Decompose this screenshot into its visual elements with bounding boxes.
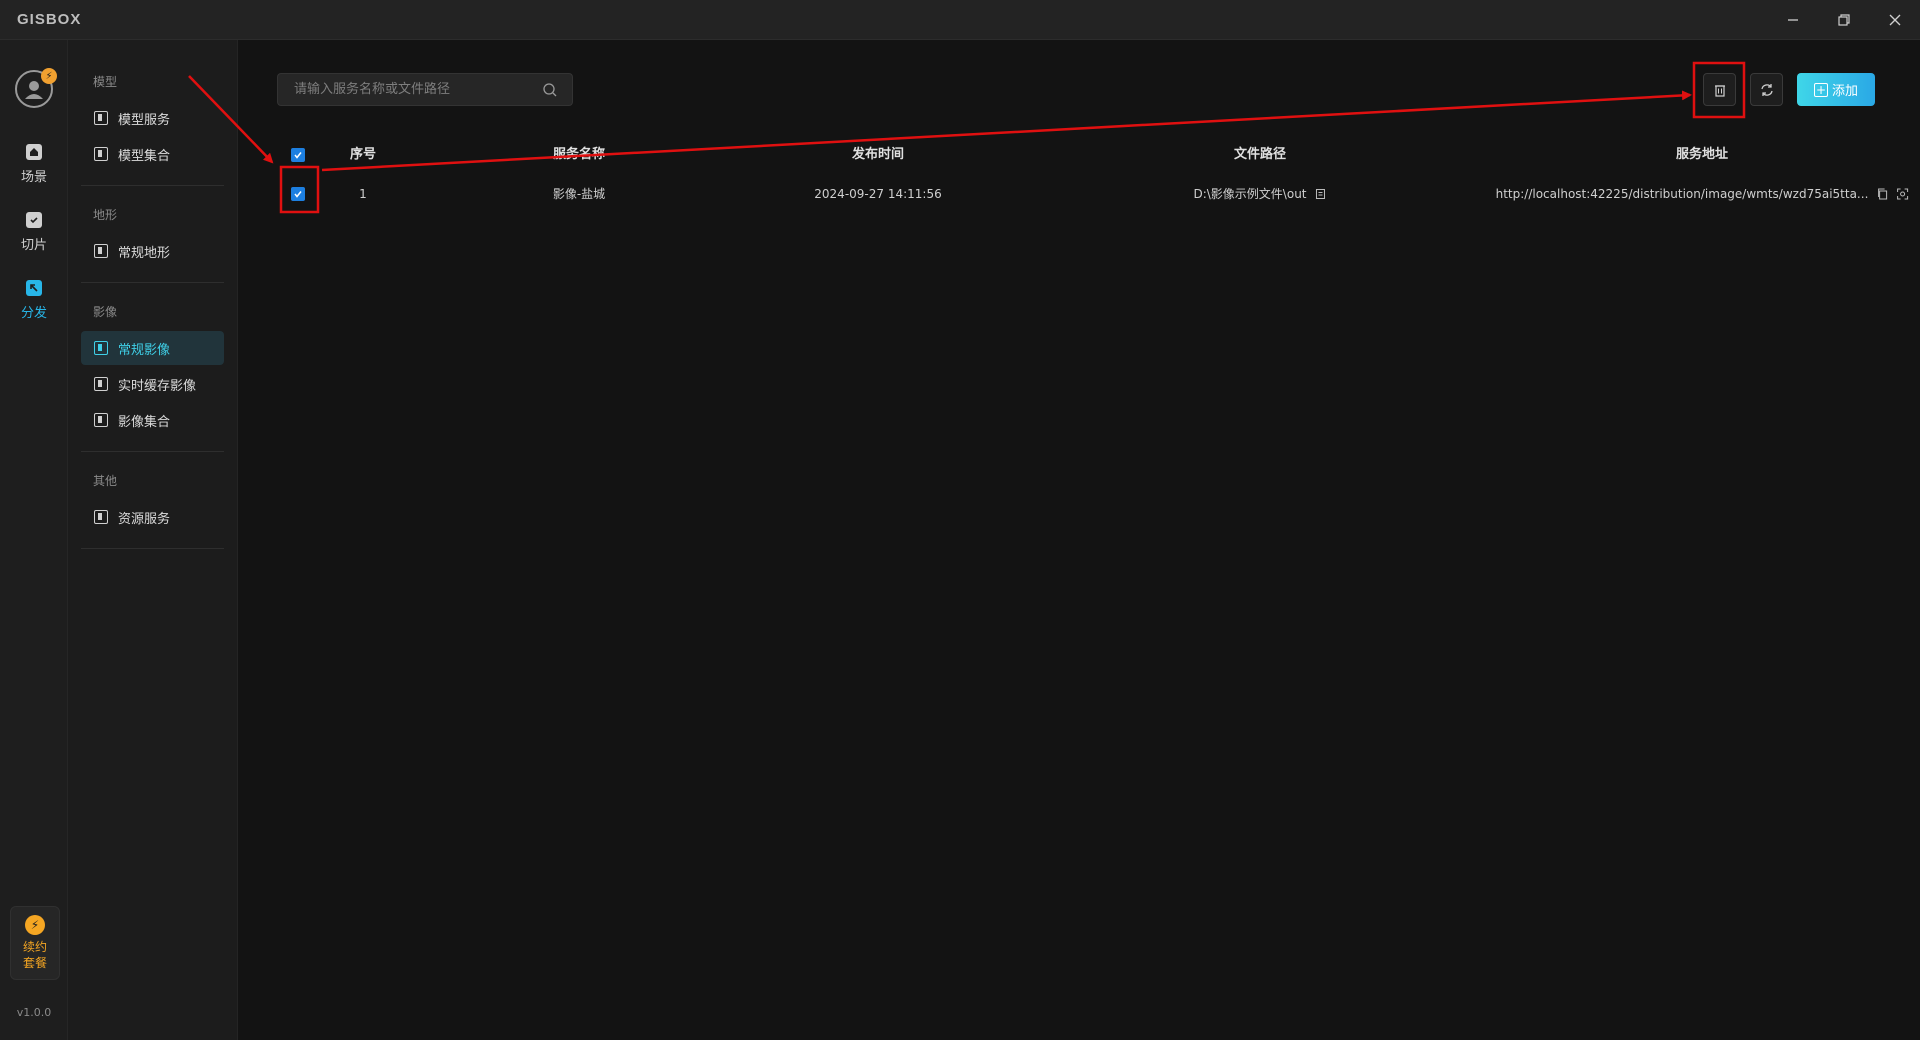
app-version: v1.0.0 (16, 1006, 52, 1019)
nav-item-label: 影像集合 (118, 414, 171, 430)
add-button[interactable]: + 添加 (1797, 73, 1875, 106)
slice-icon (26, 212, 42, 228)
check-icon (294, 152, 302, 159)
nav-group-title: 其他 (93, 474, 118, 488)
column-header-path: 文件路径 (1233, 147, 1287, 162)
cell-time: 2024-09-27 14:11:56 (814, 187, 942, 201)
table-row[interactable]: 1 影像-盐城 2024-09-27 14:11:56 D:\影像示例文件\ou… (277, 173, 1908, 215)
model-icon (94, 111, 108, 125)
rail-item-label: 分发 (20, 306, 47, 321)
resource-icon (94, 510, 108, 524)
delete-button[interactable] (1703, 73, 1736, 106)
nav-item-label: 常规影像 (118, 342, 171, 358)
nav-item-resource-service[interactable]: 资源服务 (81, 500, 224, 534)
restore-button[interactable] (1826, 6, 1862, 34)
rail-item-distribute[interactable]: 分发 (0, 276, 68, 332)
nav-divider (81, 548, 224, 549)
nav-item-imagery[interactable]: 常规影像 (81, 331, 224, 365)
nav-divider (81, 451, 224, 452)
table-header: 序号 服务名称 发布时间 文件路径 服务地址 (277, 138, 1877, 172)
open-folder-icon[interactable] (1315, 188, 1327, 200)
refresh-button[interactable] (1750, 73, 1783, 106)
column-header-time: 发布时间 (851, 147, 905, 162)
nav-item-label: 实时缓存影像 (118, 378, 197, 394)
cell-index: 1 (359, 187, 367, 201)
nav-item-realtime-cache-imagery[interactable]: 实时缓存影像 (81, 367, 224, 401)
nav-item-model-service[interactable]: 模型服务 (81, 101, 224, 135)
image-icon (94, 341, 108, 355)
close-button[interactable] (1877, 6, 1913, 34)
cell-path-wrapper: D:\影像示例文件\out (1193, 173, 1326, 215)
title-bar: GISBOX (0, 0, 1920, 40)
rail-item-label: 切片 (20, 238, 47, 253)
main-panel: + 添加 序号 服务名称 发布时间 文件路径 服务地址 1 影像-盐城 2024… (238, 40, 1920, 1040)
icon-rail: ⚡ 场景 切片 分发 ⚡ 续约套餐 v1.0.0 (0, 40, 68, 1040)
add-button-label: 添加 (1831, 84, 1858, 99)
model-icon (94, 147, 108, 161)
minimize-button[interactable] (1775, 6, 1811, 34)
lightning-icon: ⚡ (25, 915, 45, 935)
trash-icon (1714, 84, 1725, 97)
nav-item-imagery-collection[interactable]: 影像集合 (81, 403, 224, 437)
refresh-icon (1760, 83, 1773, 96)
cell-url: http://localhost:42225/distribution/imag… (1495, 187, 1869, 201)
terrain-icon (94, 244, 108, 258)
column-header-index: 序号 (349, 147, 377, 162)
nav-group-title: 影像 (93, 305, 118, 319)
nav-group-title: 模型 (93, 75, 118, 89)
close-icon (1889, 14, 1901, 26)
secondary-nav: 模型 模型服务 模型集合 地形 常规地形 影像 常规影像 实时缓存影像 影像集合… (68, 40, 238, 1040)
restore-icon (1838, 14, 1850, 26)
image-icon (94, 377, 108, 391)
home-icon (26, 144, 42, 160)
rail-item-slice[interactable]: 切片 (0, 208, 68, 264)
search-input[interactable] (278, 74, 528, 105)
nav-item-model-collection[interactable]: 模型集合 (81, 137, 224, 171)
distribute-icon (26, 280, 42, 296)
cell-url-wrapper: http://localhost:42225/distribution/imag… (1496, 173, 1909, 215)
nav-divider (81, 282, 224, 283)
nav-item-label: 模型服务 (118, 112, 171, 128)
lightning-badge-icon: ⚡ (41, 68, 57, 84)
check-icon (294, 191, 302, 198)
image-icon (94, 413, 108, 427)
copy-icon[interactable] (1876, 188, 1888, 200)
cell-path: D:\影像示例文件\out (1193, 187, 1307, 201)
nav-divider (81, 185, 224, 186)
minimize-icon (1788, 19, 1798, 21)
plus-icon: + (1813, 82, 1828, 97)
nav-item-label: 模型集合 (118, 148, 171, 164)
rail-item-scene[interactable]: 场景 (0, 140, 68, 196)
renew-plan-label: 续约套餐 (22, 940, 47, 970)
search-box (277, 73, 573, 106)
nav-group-title: 地形 (93, 208, 118, 222)
renew-plan-button[interactable]: ⚡ 续约套餐 (10, 906, 60, 980)
row-checkbox[interactable] (291, 187, 305, 201)
search-icon[interactable] (542, 82, 558, 98)
preview-icon[interactable] (1896, 188, 1908, 200)
nav-item-label: 资源服务 (118, 511, 171, 527)
app-logo: GISBOX (17, 11, 82, 28)
cell-name: 影像-盐城 (552, 187, 606, 201)
rail-item-label: 场景 (20, 170, 47, 185)
nav-item-terrain[interactable]: 常规地形 (81, 234, 224, 268)
column-header-name: 服务名称 (552, 147, 606, 162)
column-header-url: 服务地址 (1675, 147, 1729, 162)
select-all-checkbox[interactable] (291, 148, 305, 162)
nav-item-label: 常规地形 (118, 245, 171, 261)
